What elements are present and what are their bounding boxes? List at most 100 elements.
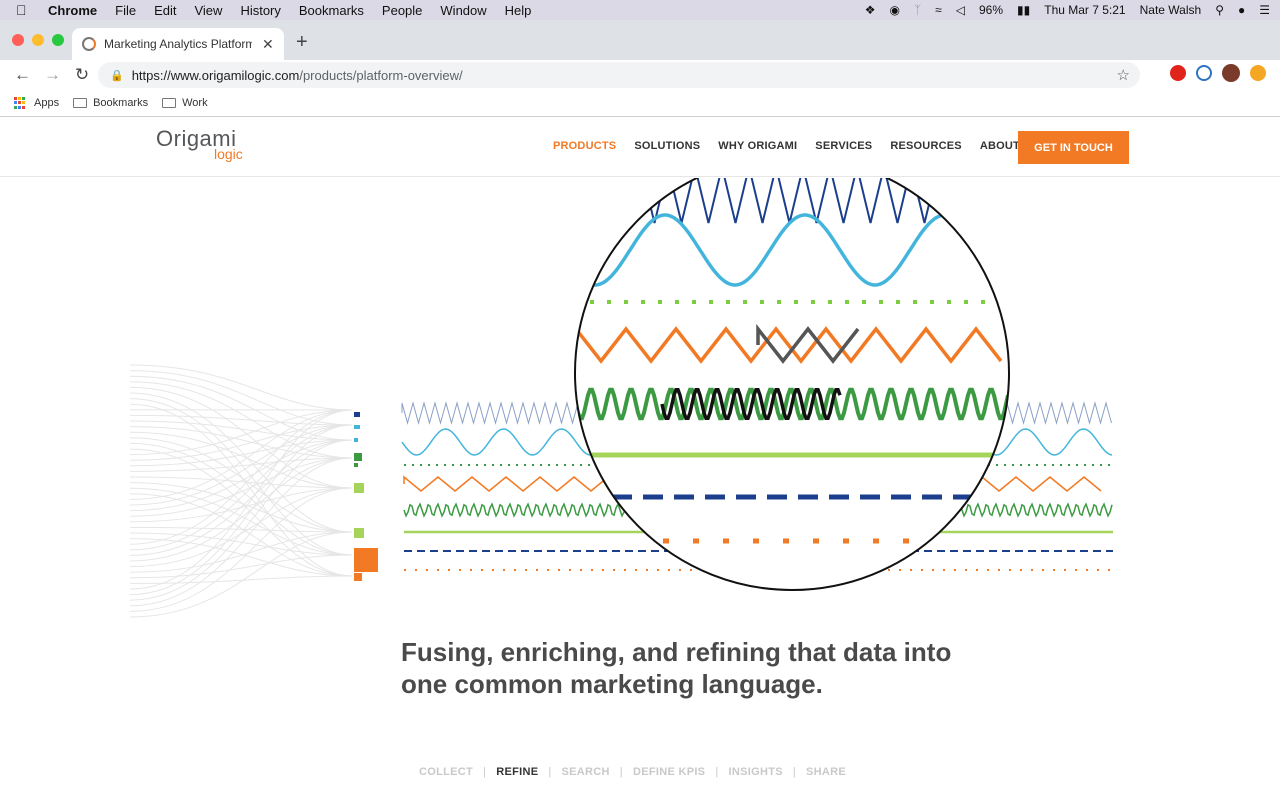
source-marker xyxy=(354,463,358,467)
step-search[interactable]: SEARCH xyxy=(562,766,610,778)
browser-toolbar: ← → ↻ 🔒 https://www.origamilogic.com/pro… xyxy=(0,60,1280,90)
menu-view[interactable]: View xyxy=(194,3,222,18)
source-marker xyxy=(354,528,364,538)
folder-icon xyxy=(162,98,177,108)
nav-services[interactable]: SERVICES xyxy=(815,140,872,152)
data-stream-line xyxy=(129,375,353,441)
back-icon[interactable]: ← xyxy=(14,65,31,85)
step-share[interactable]: SHARE xyxy=(806,766,846,778)
spotlight-search-icon[interactable]: ⚲ xyxy=(1215,3,1224,17)
bookmark-folder-bookmarks[interactable]: Bookmarks xyxy=(73,97,148,109)
bookmark-folder-label: Bookmarks xyxy=(93,97,149,109)
incoming-data-streams xyxy=(129,364,353,618)
get-in-touch-button[interactable]: GET IN TOUCH xyxy=(1018,131,1129,164)
volume-icon[interactable]: ◁ xyxy=(956,3,965,17)
bookmark-star-icon[interactable]: ☆ xyxy=(1117,66,1130,84)
menu-people[interactable]: People xyxy=(382,3,422,18)
bookmark-apps[interactable]: Apps xyxy=(14,97,59,109)
source-marker xyxy=(354,483,364,493)
step-separator: | xyxy=(619,766,623,778)
data-stream-line xyxy=(129,448,353,577)
logo-word-logic: logic xyxy=(214,146,243,162)
menu-bookmarks[interactable]: Bookmarks xyxy=(299,3,364,18)
url-text[interactable]: https://www.origamilogic.com/products/pl… xyxy=(132,68,463,83)
battery-percent: 96% xyxy=(978,3,1004,17)
reload-icon[interactable]: ↻ xyxy=(74,65,90,85)
data-stream-line xyxy=(129,424,353,596)
step-insights[interactable]: INSIGHTS xyxy=(729,766,783,778)
update-extension-icon[interactable] xyxy=(1250,65,1266,81)
menu-help[interactable]: Help xyxy=(505,3,532,18)
source-marker xyxy=(354,453,362,461)
menu-app-name[interactable]: Chrome xyxy=(48,3,97,18)
step-collect[interactable]: COLLECT xyxy=(419,766,473,778)
close-tab-icon[interactable]: ✕ xyxy=(262,36,274,53)
source-marker xyxy=(354,573,362,581)
forward-icon[interactable]: → xyxy=(44,65,61,85)
tab-title: Marketing Analytics Platform | xyxy=(104,37,252,51)
mac-menu-bar:  Chrome File Edit View History Bookmark… xyxy=(0,0,1280,20)
bookmark-apps-label: Apps xyxy=(34,97,60,109)
browser-tab[interactable]: Marketing Analytics Platform | ✕ xyxy=(72,28,284,60)
minimize-window-button[interactable] xyxy=(32,34,44,46)
bookmark-folder-work[interactable]: Work xyxy=(162,97,208,109)
address-bar[interactable]: 🔒 https://www.origamilogic.com/products/… xyxy=(98,62,1140,88)
step-separator: | xyxy=(483,766,487,778)
nav-about[interactable]: ABOUT xyxy=(980,140,1020,152)
browser-tab-strip: Marketing Analytics Platform | ✕ + xyxy=(0,20,1280,60)
source-marker xyxy=(354,438,358,442)
process-steps-nav: COLLECT | REFINE | SEARCH | DEFINE KPIS | IN… xyxy=(419,766,846,778)
bluetooth-icon[interactable]: ᛉ xyxy=(914,3,921,17)
wifi-icon[interactable]: ≈ xyxy=(935,3,942,17)
nav-solutions[interactable]: SOLUTIONS xyxy=(634,140,700,152)
step-separator: | xyxy=(548,766,552,778)
nav-resources[interactable]: RESOURCES xyxy=(890,140,961,152)
step-separator: | xyxy=(715,766,719,778)
apps-grid-icon xyxy=(14,97,26,109)
bookmarks-bar: Apps Bookmarks Work xyxy=(0,90,1280,117)
refine-data-illustration xyxy=(129,178,1113,618)
profile-avatar[interactable] xyxy=(1222,64,1240,82)
hero-tagline: Fusing, enriching, and refining that dat… xyxy=(401,636,1021,700)
onepassword-icon[interactable]: ◉ xyxy=(889,3,899,17)
source-marker xyxy=(354,412,360,417)
window-controls xyxy=(12,34,64,46)
extension-icon[interactable] xyxy=(1196,65,1212,81)
bookmark-folder-label: Work xyxy=(182,97,208,109)
user-name[interactable]: Nate Walsh xyxy=(1140,3,1202,17)
menu-edit[interactable]: Edit xyxy=(154,3,176,18)
nav-products[interactable]: PRODUCTS xyxy=(553,140,616,152)
source-marker xyxy=(354,425,360,429)
menu-file[interactable]: File xyxy=(115,3,136,18)
menu-history[interactable]: History xyxy=(240,3,280,18)
tagline-line-2: one common marketing language. xyxy=(401,669,823,699)
source-markers xyxy=(354,412,378,581)
status-area: ❖ ◉ ᛉ ≈ ◁ 96% ▮▮ Thu Mar 7 5:21 Nate Wal… xyxy=(865,0,1270,20)
nav-why-origami[interactable]: WHY ORIGAMI xyxy=(718,140,797,152)
folder-icon xyxy=(73,98,88,108)
origami-favicon-icon xyxy=(82,37,96,51)
battery-icon[interactable]: ▮▮ xyxy=(1017,3,1030,17)
dropbox-icon[interactable]: ❖ xyxy=(865,3,876,17)
clock[interactable]: Thu Mar 7 5:21 xyxy=(1044,3,1125,17)
new-tab-icon[interactable]: + xyxy=(296,31,308,54)
data-stream-line xyxy=(129,409,353,590)
lock-icon[interactable]: 🔒 xyxy=(110,69,124,82)
site-nav: PRODUCTS SOLUTIONS WHY ORIGAMI SERVICES … xyxy=(553,140,1020,152)
apple-icon[interactable]:  xyxy=(16,2,34,18)
zoom-window-button[interactable] xyxy=(52,34,64,46)
url-host: https://www.origamilogic.com xyxy=(131,67,300,83)
adblock-extension-icon[interactable] xyxy=(1170,65,1186,81)
origami-logic-logo[interactable]: Origami logic xyxy=(156,128,243,162)
notification-center-icon[interactable]: ☰ xyxy=(1259,3,1270,17)
step-separator: | xyxy=(792,766,797,778)
step-define-kpis[interactable]: DEFINE KPIS xyxy=(633,766,705,778)
data-stream-line xyxy=(129,554,353,579)
site-header: Origami logic PRODUCTS SOLUTIONS WHY ORI… xyxy=(0,118,1280,177)
step-refine[interactable]: REFINE xyxy=(496,766,538,778)
siri-icon[interactable]: ● xyxy=(1238,3,1245,17)
close-window-button[interactable] xyxy=(12,34,24,46)
menu-window[interactable]: Window xyxy=(440,3,486,18)
url-path: /products/platform-overview/ xyxy=(299,67,463,83)
data-stream-line xyxy=(129,442,353,556)
